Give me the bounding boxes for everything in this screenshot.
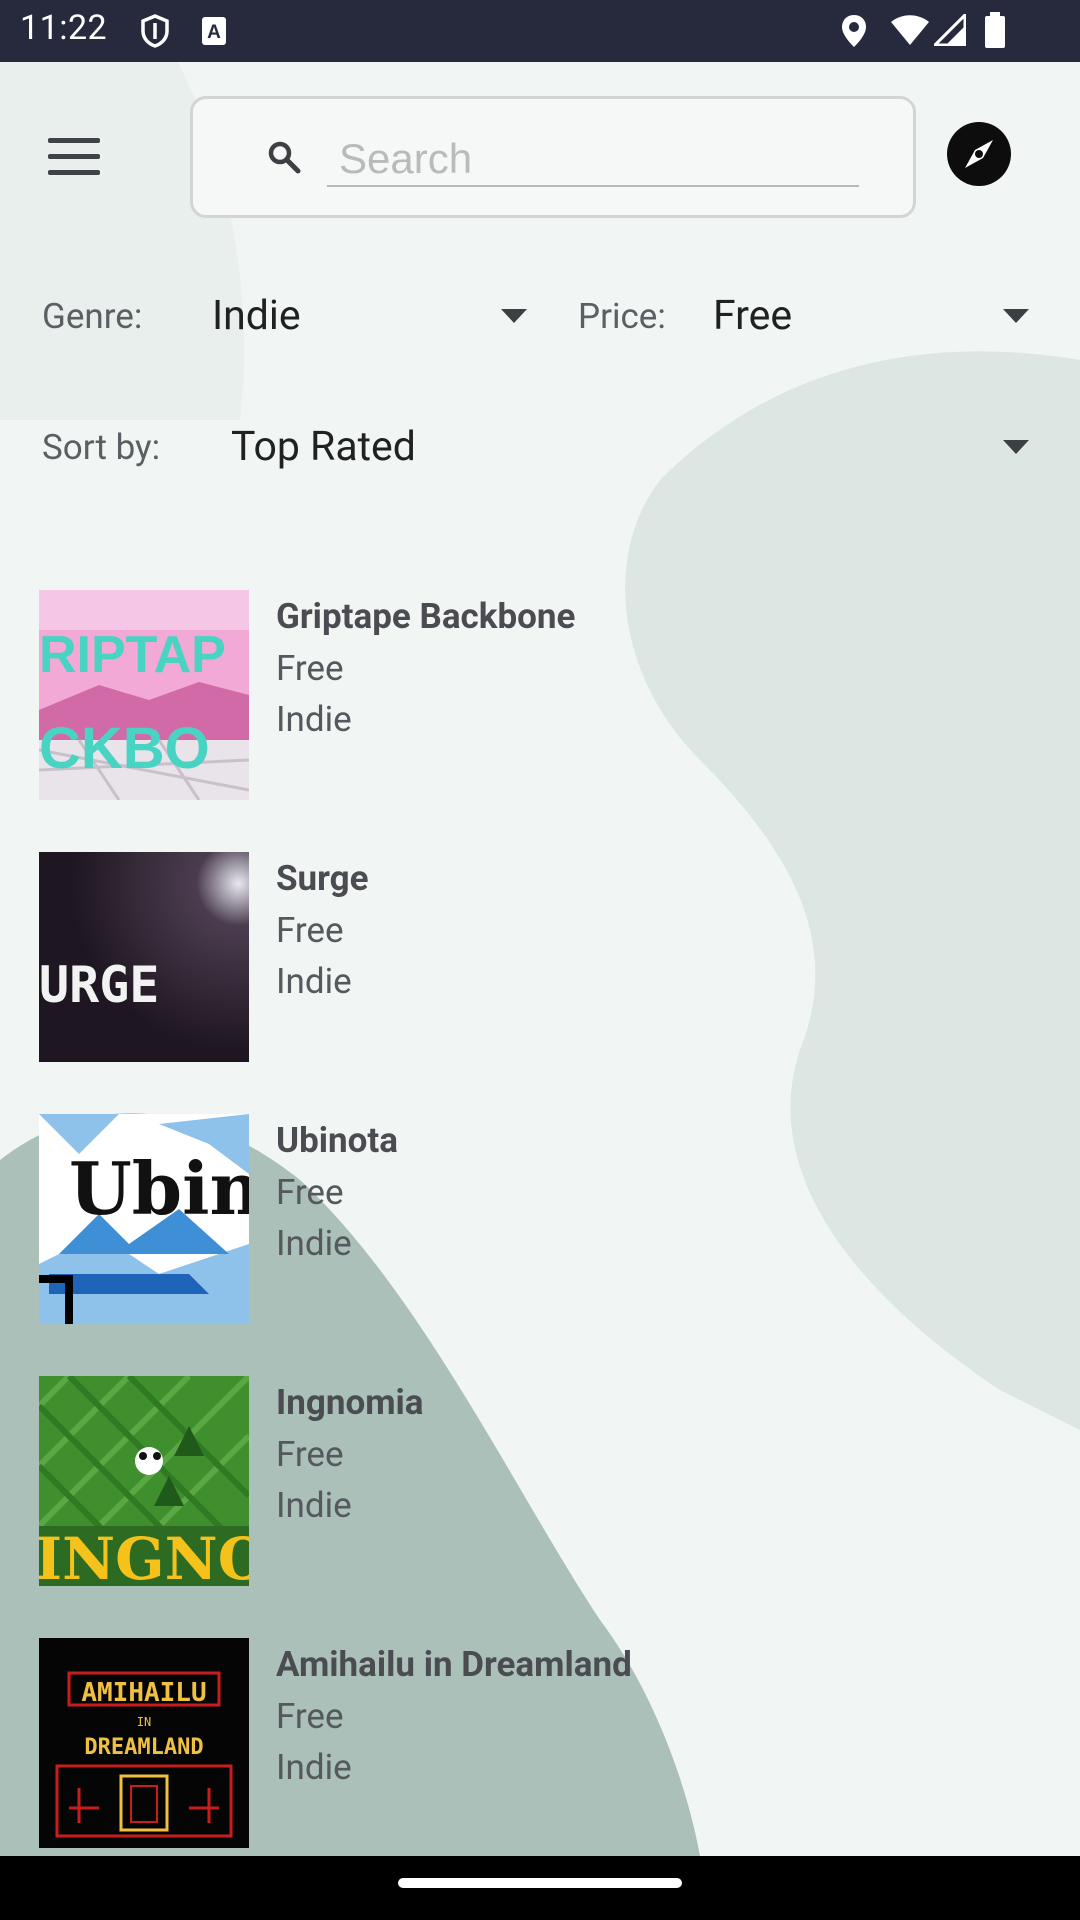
system-navigation-bar bbox=[0, 1856, 1080, 1920]
game-title: Surge bbox=[276, 858, 369, 899]
game-thumbnail: Ubin bbox=[39, 1114, 249, 1324]
game-genre: Indie bbox=[276, 1747, 352, 1788]
genre-dropdown-arrow-icon[interactable] bbox=[501, 309, 527, 323]
game-title: Griptape Backbone bbox=[276, 596, 576, 637]
game-list-item[interactable]: Ubin Ubinota Free Indie bbox=[0, 1114, 1080, 1326]
compass-icon bbox=[947, 122, 1011, 186]
game-title: Ubinota bbox=[276, 1120, 398, 1161]
game-price: Free bbox=[276, 648, 344, 689]
status-time: 11:22 bbox=[20, 8, 108, 48]
game-list-item[interactable]: RIPTAP CKBO Griptape Backbone Free Indie bbox=[0, 590, 1080, 802]
signal-icon bbox=[931, 11, 967, 50]
genre-dropdown[interactable]: Indie bbox=[212, 292, 301, 340]
genre-label: Genre: bbox=[42, 296, 143, 337]
sort-label: Sort by: bbox=[42, 427, 161, 468]
price-dropdown-arrow-icon[interactable] bbox=[1003, 309, 1029, 323]
svg-text:AMIHAILU: AMIHAILU bbox=[81, 1678, 206, 1708]
svg-text:DREAMLAND: DREAMLAND bbox=[84, 1735, 203, 1760]
game-title: Ingnomia bbox=[276, 1382, 424, 1423]
search-input[interactable] bbox=[327, 133, 859, 187]
svg-text:INGNOM: INGNOM bbox=[39, 1525, 249, 1586]
svg-text:RIPTAP: RIPTAP bbox=[39, 626, 226, 684]
battery-icon bbox=[984, 12, 1006, 52]
game-thumbnail: URGE bbox=[39, 852, 249, 1062]
hamburger-menu-icon bbox=[48, 138, 100, 143]
svg-text:CKBO: CKBO bbox=[39, 716, 210, 781]
game-price: Free bbox=[276, 1434, 344, 1475]
price-label: Price: bbox=[578, 296, 666, 337]
game-thumbnail: AMIHAILU IN DREAMLAND bbox=[39, 1638, 249, 1848]
menu-button[interactable] bbox=[48, 138, 100, 178]
game-title: Amihailu in Dreamland bbox=[276, 1644, 632, 1685]
game-price: Free bbox=[276, 1172, 344, 1213]
search-bar[interactable] bbox=[190, 96, 916, 218]
status-bar: 11:22 A bbox=[0, 0, 1080, 62]
svg-text:IN: IN bbox=[137, 1715, 151, 1729]
game-genre: Indie bbox=[276, 961, 352, 1002]
sort-dropdown-arrow-icon[interactable] bbox=[1003, 440, 1029, 454]
home-gesture-handle[interactable] bbox=[398, 1878, 682, 1888]
game-list-item[interactable]: AMIHAILU IN DREAMLAND Amihailu in Dreaml… bbox=[0, 1638, 1080, 1850]
svg-text:A: A bbox=[207, 22, 221, 43]
game-price: Free bbox=[276, 1696, 344, 1737]
price-dropdown[interactable]: Free bbox=[713, 292, 792, 340]
game-thumbnail: RIPTAP CKBO bbox=[39, 590, 249, 800]
game-list-item[interactable]: URGE Surge Free Indie bbox=[0, 852, 1080, 1064]
shield-icon bbox=[140, 14, 170, 52]
game-thumbnail: INGNOM bbox=[39, 1376, 249, 1586]
game-price: Free bbox=[276, 910, 344, 951]
game-list-item[interactable]: INGNOM Ingnomia Free Indie bbox=[0, 1376, 1080, 1588]
svg-text:Ubin: Ubin bbox=[69, 1146, 249, 1231]
wifi-icon bbox=[890, 14, 930, 50]
game-genre: Indie bbox=[276, 699, 352, 740]
explore-button[interactable] bbox=[946, 121, 1012, 187]
location-icon bbox=[840, 14, 868, 52]
svg-text:URGE: URGE bbox=[39, 956, 159, 1014]
sort-dropdown[interactable]: Top Rated bbox=[231, 423, 416, 471]
search-icon bbox=[267, 140, 301, 178]
game-genre: Indie bbox=[276, 1485, 352, 1526]
keyboard-a-icon: A bbox=[201, 16, 227, 50]
game-genre: Indie bbox=[276, 1223, 352, 1264]
